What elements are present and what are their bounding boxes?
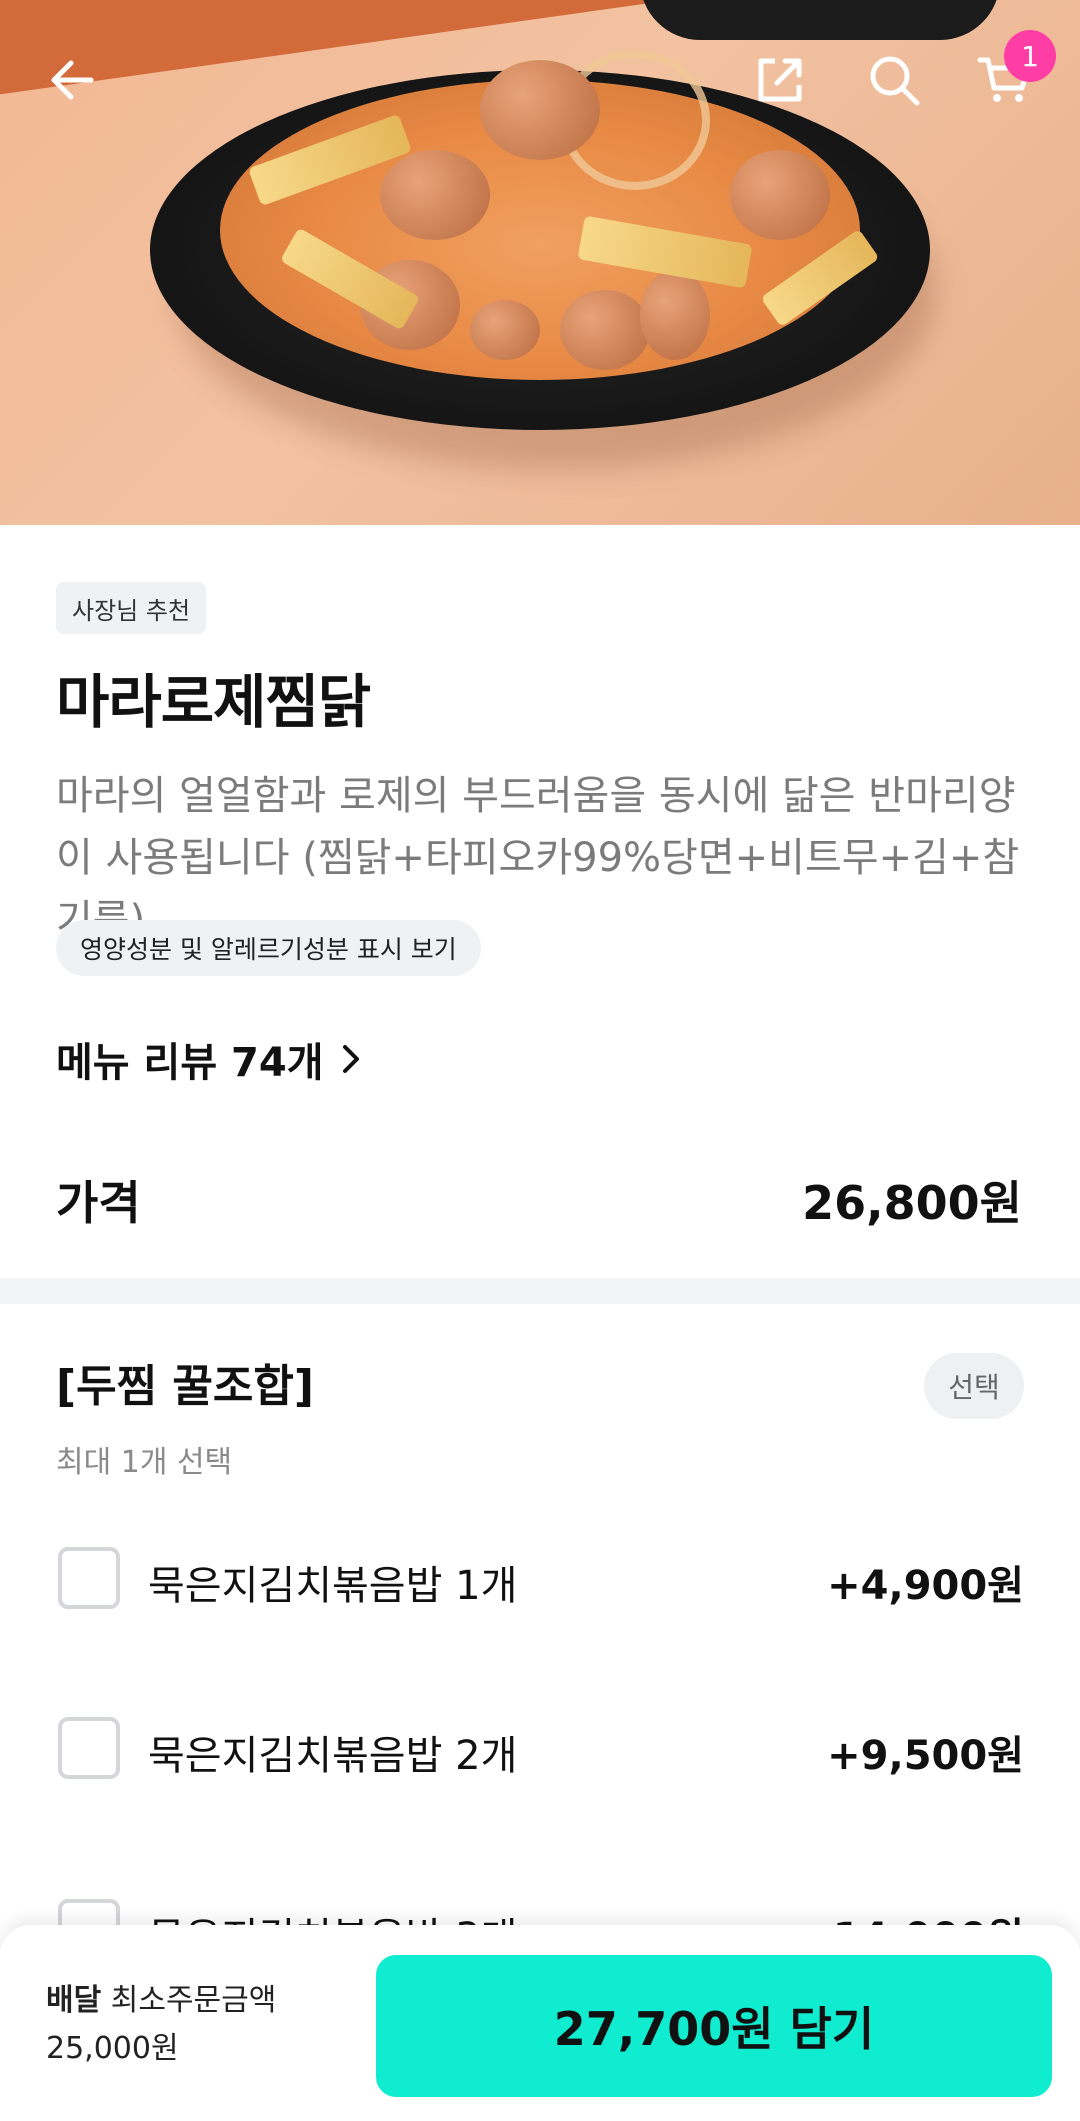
chicken-piece [470, 300, 540, 360]
option-group-title: [두찜 꿀조합] [56, 1361, 314, 1412]
option-selection-badge: 선택 [924, 1353, 1024, 1419]
option-group-subtitle: 최대 1개 선택 [56, 1445, 233, 1480]
background-container [640, 0, 1000, 40]
chicken-piece [730, 150, 830, 240]
bottom-order-bar: 배달 최소주문금액 25,000원 27,700원 담기 [0, 1925, 1080, 2121]
product-name: 마라로제찜닭 [56, 668, 371, 736]
chicken-piece [560, 290, 650, 370]
option-checkbox[interactable] [58, 1717, 120, 1779]
delivery-info: 배달 최소주문금액 [46, 1975, 276, 2019]
top-bar [0, 40, 1080, 120]
back-button[interactable] [36, 44, 108, 116]
review-link-label: 메뉴 리뷰 74개 [56, 1040, 324, 1086]
menu-review-link[interactable]: 메뉴 리뷰 74개 [56, 1030, 362, 1088]
add-to-cart-button[interactable]: 27,700원 담기 [376, 1955, 1052, 2097]
product-image [0, 0, 1080, 525]
min-order-value: 25,000원 [46, 2031, 179, 2066]
delivery-label: 배달 [46, 1983, 102, 2018]
option-item[interactable]: 묵은지김치볶음밥 1개 +4,900원 [56, 1545, 1024, 1615]
chevron-right-icon [342, 1045, 359, 1073]
recommend-tag: 사장님 추천 [56, 582, 207, 634]
option-price: +9,500원 [827, 1733, 1024, 1779]
nutrition-info-button[interactable]: 영양성분 및 알레르기성분 표시 보기 [56, 920, 481, 976]
price-value: 26,800원 [802, 1176, 1022, 1230]
chicken-piece [380, 150, 490, 240]
search-icon [870, 56, 920, 106]
back-arrow-icon [51, 60, 94, 100]
price-label: 가격 [56, 1176, 141, 1230]
option-checkbox[interactable] [58, 1547, 120, 1609]
option-price: +4,900원 [827, 1563, 1024, 1609]
section-divider [0, 1278, 1080, 1304]
cart-badge: 1 [1004, 30, 1056, 82]
option-label: 묵은지김치볶음밥 1개 [148, 1563, 518, 1609]
chicken-piece [640, 270, 710, 360]
min-order-label: 최소주문금액 [110, 1983, 277, 2018]
option-label: 묵은지김치볶음밥 2개 [148, 1733, 518, 1779]
share-icon [758, 58, 802, 102]
share-button[interactable] [744, 44, 816, 116]
option-item[interactable]: 묵은지김치볶음밥 2개 +9,500원 [56, 1715, 1024, 1785]
search-button[interactable] [858, 44, 930, 116]
